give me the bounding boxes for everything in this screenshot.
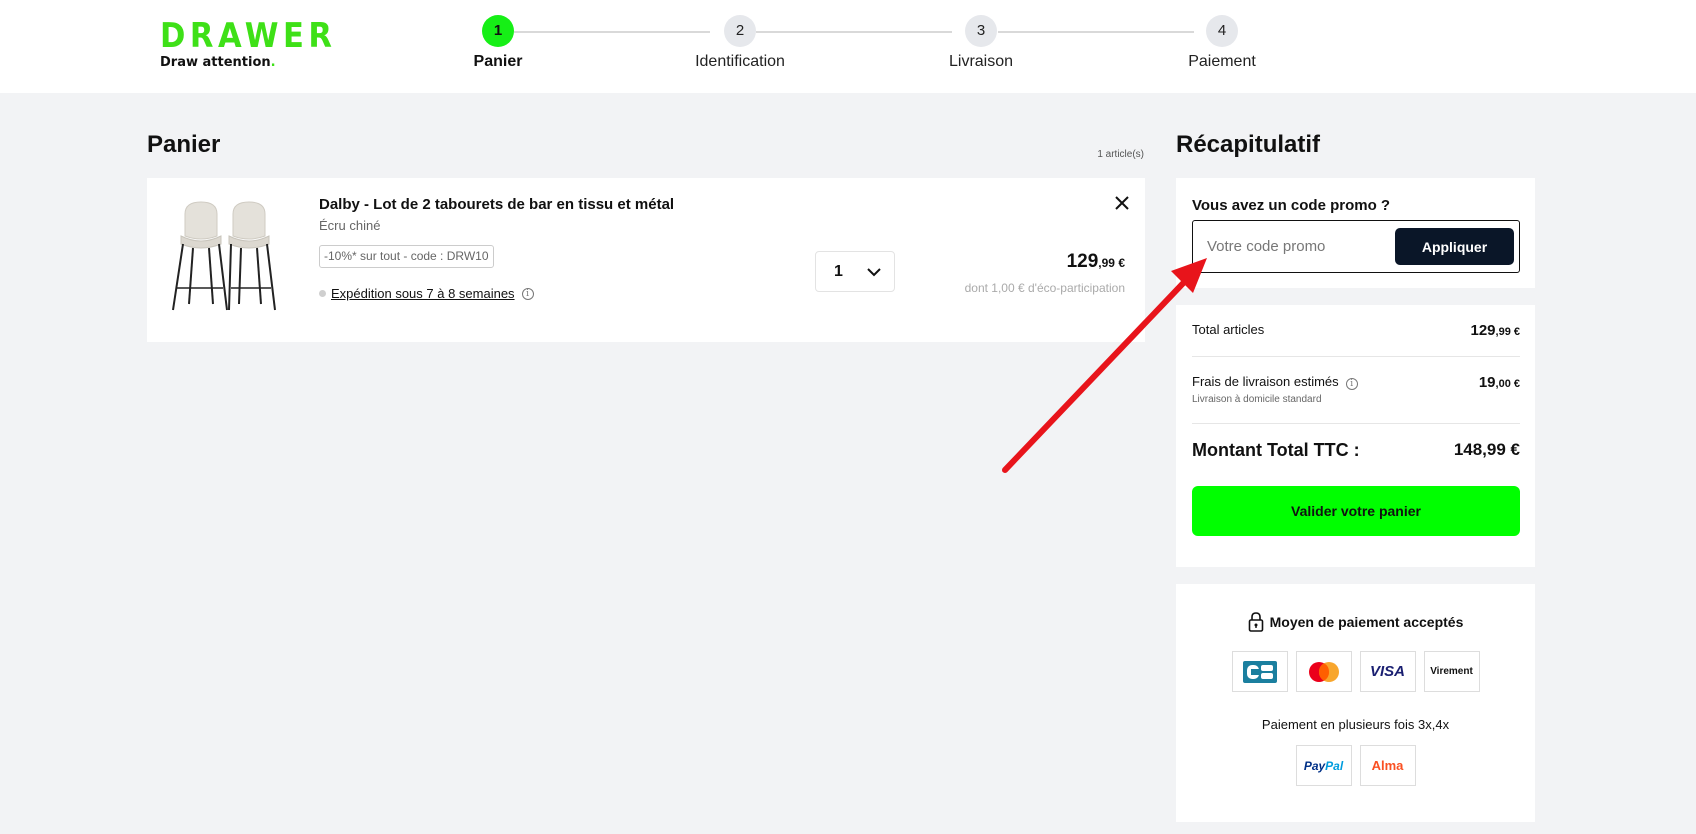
total-articles-value: 129,99 € — [1470, 322, 1521, 339]
article-count: 1 article(s) — [1097, 149, 1144, 160]
logo-wordmark: DRAWER — [160, 16, 337, 56]
summary-title: Récapitulatif — [1176, 131, 1321, 158]
apply-promo-button[interactable]: Appliquer — [1395, 228, 1514, 265]
shipping-link[interactable]: Expédition sous 7 à 8 semaines — [331, 286, 515, 301]
drawer-logo[interactable]: DRAWER Draw attention. — [160, 18, 356, 71]
grand-total-row: Montant Total TTC : 148,99 € — [1192, 440, 1520, 461]
lock-icon — [1248, 612, 1263, 632]
step-number: 4 — [1206, 15, 1238, 47]
divider — [1192, 423, 1520, 424]
product-variant: Écru chiné — [319, 218, 381, 233]
close-icon[interactable] — [1113, 194, 1131, 212]
promo-card: Vous avez un code promo ? Appliquer — [1176, 178, 1535, 288]
product-image[interactable] — [163, 192, 287, 322]
step-number: 2 — [724, 15, 756, 47]
payment-methods-card: Moyen de paiement acceptés VISA Virement… — [1176, 584, 1535, 822]
step-label: Panier — [473, 53, 523, 70]
payment-title: Moyen de paiement acceptés — [1176, 611, 1535, 633]
info-icon[interactable]: i — [1345, 378, 1358, 390]
step-label: Identification — [695, 53, 785, 70]
alma-icon: Alma — [1359, 745, 1416, 786]
divider — [1192, 356, 1520, 357]
promo-question: Vous avez un code promo ? — [1192, 197, 1391, 214]
step-number: 3 — [965, 15, 997, 47]
grand-total-value: 148,99 € — [1453, 440, 1520, 459]
promo-code-input[interactable] — [1199, 227, 1389, 266]
eco-participation: dont 1,00 € d'éco-participation — [964, 281, 1125, 295]
quantity-select[interactable]: 1 — [815, 251, 895, 292]
step-paiement[interactable]: 4 Paiement — [1142, 15, 1302, 71]
bank-transfer-icon: Virement — [1423, 651, 1480, 692]
step-identification[interactable]: 2 Identification — [660, 15, 820, 71]
status-dot — [319, 290, 326, 297]
shipping-delay: Expédition sous 7 à 8 semaines i — [319, 286, 534, 301]
shipping-method: Livraison à domicile standard — [1192, 394, 1322, 405]
chevron-down-icon — [867, 268, 881, 277]
totals-card: Total articles 129,99 € Frais de livrais… — [1176, 305, 1535, 567]
item-price: 129,99 € — [1066, 251, 1125, 272]
shipping-cost-value: 19,00 € — [1478, 374, 1520, 391]
info-icon[interactable]: i — [521, 287, 534, 300]
site-header: DRAWER Draw attention. 1 Panier 2 Identi… — [0, 0, 1696, 93]
cart-title: Panier — [147, 131, 221, 158]
total-articles-row: Total articles 129,99 € — [1192, 322, 1521, 339]
validate-cart-button[interactable]: Valider votre panier — [1192, 486, 1520, 536]
shipping-cost-label: Frais de livraison estimés i — [1192, 374, 1520, 390]
quantity-value: 1 — [834, 263, 843, 280]
visa-icon: VISA — [1359, 651, 1416, 692]
installments-text: Paiement en plusieurs fois 3x,4x — [1261, 717, 1450, 732]
promo-chip: -10%* sur tout - code : DRW10 — [319, 245, 494, 268]
step-label: Livraison — [948, 53, 1014, 70]
installment-logos: Pay Pal Alma — [1176, 745, 1535, 786]
cb-card-icon — [1231, 651, 1288, 692]
shipping-cost-row: Frais de livraison estimés i Livraison à … — [1192, 374, 1520, 405]
payment-logos: VISA Virement — [1176, 651, 1535, 692]
logo-tagline: Draw attention. — [160, 55, 276, 70]
step-label: Paiement — [1188, 53, 1256, 70]
step-livraison[interactable]: 3 Livraison — [901, 15, 1061, 71]
cart-item-card: Dalby - Lot de 2 tabourets de bar en tis… — [147, 178, 1145, 342]
promo-form: Appliquer — [1192, 220, 1520, 273]
product-name[interactable]: Dalby - Lot de 2 tabourets de bar en tis… — [319, 196, 674, 213]
step-panier[interactable]: 1 Panier — [418, 15, 578, 71]
mastercard-icon — [1295, 651, 1352, 692]
step-number: 1 — [482, 15, 514, 47]
paypal-icon: Pay Pal — [1295, 745, 1352, 786]
